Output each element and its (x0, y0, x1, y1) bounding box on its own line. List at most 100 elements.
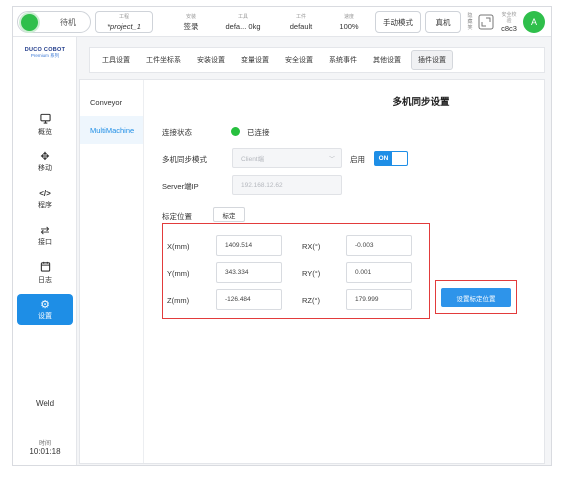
sidebar-item-move[interactable]: ✥ 移动 (13, 146, 77, 177)
safety-checksum: 安全校 验 c8c3 (497, 11, 521, 33)
tool-selector[interactable]: 工具 defa... 0kg (215, 11, 271, 33)
robot-status-pill[interactable]: 待机 (17, 11, 91, 33)
tab-tool-settings[interactable]: 工具设置 (96, 50, 136, 70)
brand-logo: DUCO COBOT Premium 系列 (19, 47, 71, 59)
workpiece-value: default (289, 22, 313, 31)
clock-time: 10:01:18 (29, 447, 61, 456)
tab-system-events[interactable]: 系统事件 (323, 50, 363, 70)
server-ip-value: 192.168.12.62 (241, 181, 283, 189)
app-window: 待机 工程 *project_1 安装 签录 工具 defa... 0kg 工件… (12, 6, 552, 466)
settings-tabs: 工具设置 工件坐标系 安装设置 变量设置 安全设置 系统事件 其他设置 插件设置 (89, 47, 545, 73)
tab-other-settings[interactable]: 其他设置 (367, 50, 407, 70)
server-ip-label: Server端IP (162, 182, 199, 191)
sidebar-item-interface[interactable]: ⇄ 接口 (13, 220, 77, 251)
top-status-bar: 待机 工程 *project_1 安装 签录 工具 defa... 0kg 工件… (13, 7, 551, 37)
tab-safety-settings[interactable]: 安全设置 (279, 50, 319, 70)
monitor-icon (39, 113, 51, 127)
sidebar-item-settings[interactable]: ⚙ 设置 (17, 294, 73, 325)
rx-field[interactable]: -0.003 (346, 235, 412, 256)
fullscreen-icon[interactable] (477, 11, 495, 33)
connection-status-value: 已连接 (247, 128, 270, 137)
rx-label: RX(°) (302, 242, 321, 251)
ry-field[interactable]: 0.001 (346, 262, 412, 283)
sidebar-item-label: 程序 (38, 201, 52, 209)
sidebar-item-program[interactable]: </> 程序 (13, 183, 77, 214)
x-field[interactable]: 1409.514 (216, 235, 282, 256)
z-value: -126.484 (225, 296, 251, 303)
install-caption: 安装 (185, 14, 196, 20)
tab-plugin-settings[interactable]: 插件设置 (411, 50, 453, 70)
install-selector[interactable]: 安装 签录 (171, 11, 211, 33)
real-machine-button[interactable]: 真机 (425, 11, 461, 33)
connected-indicator-icon (231, 127, 240, 136)
plugin-item-multimachine[interactable]: MultiMachine (80, 116, 143, 144)
hide-toggle-text[interactable]: 隐 藏 笑 (465, 11, 475, 33)
sidebar-item-label: 移动 (38, 164, 52, 172)
project-caption: 工程 (118, 14, 129, 20)
plugin-item-conveyor[interactable]: Conveyor (80, 88, 143, 116)
sidebar-item-overview[interactable]: 概览 (13, 109, 77, 140)
sidebar-item-label: 接口 (38, 238, 52, 246)
side-nav: 概览 ✥ 移动 </> 程序 ⇄ 接口 日志 ⚙ 设置 (13, 109, 77, 331)
y-value: 343.334 (225, 269, 249, 276)
connection-status-label: 连接状态 (162, 128, 192, 137)
rz-field[interactable]: 179.999 (346, 289, 412, 310)
tab-variable-settings[interactable]: 变量设置 (235, 50, 275, 70)
plugin-settings-panel: Conveyor MultiMachine 多机同步设置 连接状态 已连接 多机… (79, 79, 545, 464)
sidebar-item-log[interactable]: 日志 (13, 257, 77, 288)
gear-icon: ⚙ (40, 298, 50, 311)
weld-plugin-button[interactable]: Weld (13, 399, 77, 408)
sidebar-item-label: 设置 (38, 312, 52, 320)
y-field[interactable]: 343.334 (216, 262, 282, 283)
sidebar: DUCO COBOT Premium 系列 概览 ✥ 移动 </> 程序 ⇄ 接… (13, 37, 77, 465)
enable-toggle[interactable]: ON (374, 151, 408, 166)
sidebar-item-label: 概览 (38, 128, 52, 136)
logo-sub-text: Premium 系列 (30, 53, 60, 58)
tool-value: defa... 0kg (225, 22, 261, 31)
ry-label: RY(°) (302, 269, 321, 278)
rx-value: -0.003 (355, 242, 374, 249)
speed-value: 100% (339, 22, 359, 31)
set-calibration-position-button[interactable]: 设置标定位置 (441, 288, 511, 307)
tool-caption: 工具 (237, 14, 248, 20)
calendar-icon (40, 261, 51, 275)
sync-mode-select[interactable]: Client端 ﹀ (232, 148, 342, 168)
plugin-list: Conveyor MultiMachine (80, 80, 144, 463)
rz-value: 179.999 (355, 296, 379, 303)
toggle-on-label: ON (375, 152, 392, 165)
chevron-down-icon: ﹀ (328, 157, 335, 163)
safety-caption: 安全校 验 (501, 11, 517, 24)
z-label: Z(mm) (167, 296, 190, 305)
robot-status-text: 待机 (60, 18, 76, 27)
project-selector[interactable]: 工程 *project_1 (95, 11, 153, 33)
status-indicator-icon (21, 14, 38, 31)
swap-icon: ⇄ (40, 224, 50, 237)
user-avatar[interactable]: A (523, 11, 545, 33)
y-label: Y(mm) (167, 269, 190, 278)
calibration-position-label: 标定位置 (162, 212, 192, 221)
server-ip-field[interactable]: 192.168.12.62 (232, 175, 342, 195)
tab-install-settings[interactable]: 安装设置 (191, 50, 231, 70)
calibrate-button[interactable]: 标定 (213, 207, 245, 222)
project-name: *project_1 (107, 22, 141, 31)
x-label: X(mm) (167, 242, 190, 251)
enable-label: 启用 (350, 155, 365, 164)
workpiece-caption: 工件 (295, 14, 306, 20)
tab-workpiece-frame[interactable]: 工件坐标系 (140, 50, 187, 70)
x-value: 1409.514 (225, 242, 253, 249)
code-icon: </> (39, 188, 51, 198)
multimachine-form: 多机同步设置 连接状态 已连接 多机同步模式 Client端 ﹀ 启用 ON S… (150, 80, 542, 460)
move-icon: ✥ (40, 150, 50, 163)
time-caption: 时间 (38, 441, 51, 447)
z-field[interactable]: -126.484 (216, 289, 282, 310)
ry-value: 0.001 (355, 269, 372, 276)
sync-mode-label: 多机同步模式 (162, 155, 207, 164)
page-title: 多机同步设置 (392, 97, 450, 108)
install-value: 签录 (183, 22, 199, 31)
safety-value: c8c3 (501, 23, 517, 33)
sync-mode-value: Client端 (241, 156, 265, 163)
speed-selector[interactable]: 速度 100% (331, 11, 367, 33)
workpiece-selector[interactable]: 工件 default (281, 11, 321, 33)
rz-label: RZ(°) (302, 296, 320, 305)
manual-mode-button[interactable]: 手动模式 (375, 11, 421, 33)
